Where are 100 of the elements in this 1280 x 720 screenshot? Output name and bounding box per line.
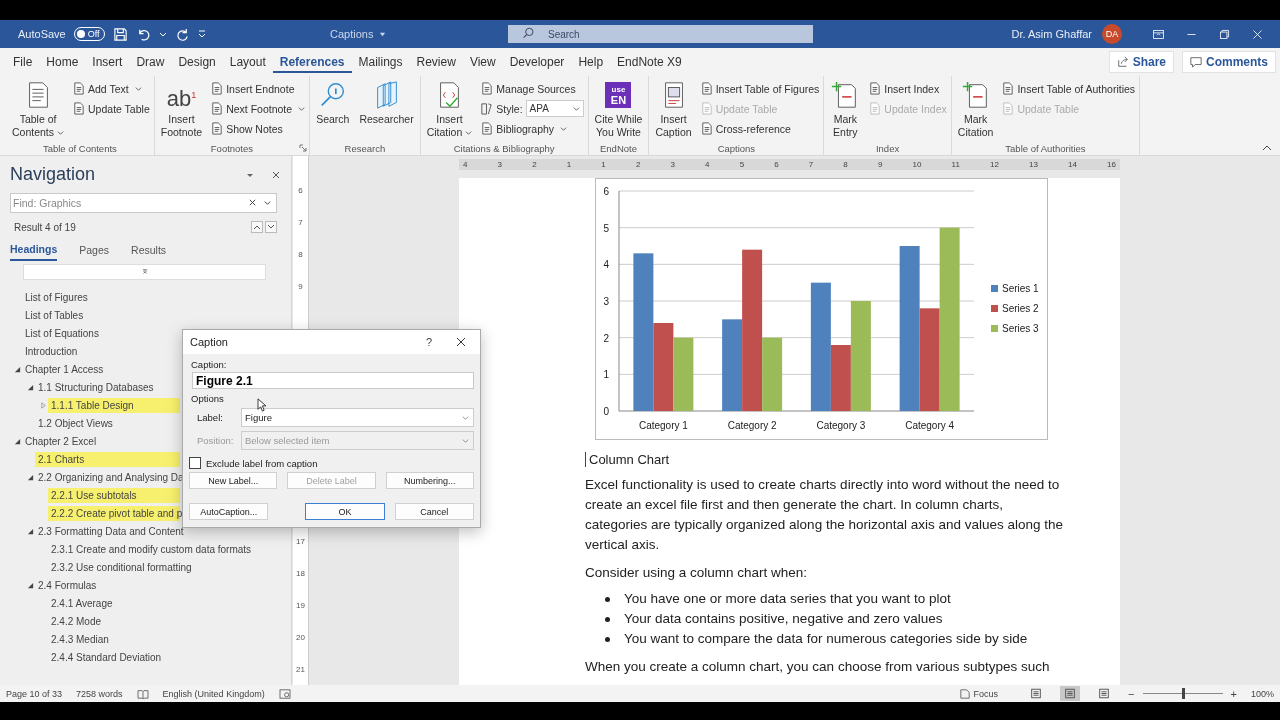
ribbon-button[interactable]: Table of Contents [10,78,67,141]
ribbon-button[interactable]: Insert Table of Authorities [1001,79,1136,98]
heading-item[interactable]: 2.2.2 Create pivot table and p [48,505,180,521]
heading-item[interactable]: 1.1.1 Table Design [48,397,180,413]
share-button[interactable]: Share [1108,51,1174,73]
zoom-percent[interactable]: 100% [1250,688,1274,699]
ribbon-tab[interactable]: Design [171,51,223,73]
zoom-in-button[interactable]: + [1230,687,1237,700]
ribbon-button[interactable]: Bibliography [480,119,584,138]
ribbon-tab[interactable]: Home [39,51,86,73]
ribbon-tab[interactable]: File [6,51,40,73]
close-icon[interactable] [456,337,466,347]
ribbon-button[interactable]: Researcher [357,78,416,128]
close-icon[interactable] [271,169,281,180]
customize-icon[interactable] [197,30,206,38]
caret-icon[interactable] [158,30,167,38]
search-field[interactable]: Search [508,25,813,43]
heading-item[interactable]: 2.1 Charts [35,451,180,467]
pane-tab[interactable]: Headings [10,243,58,261]
word-count[interactable]: 7258 words [76,688,123,699]
ribbon-button[interactable]: Show Notes [210,119,306,138]
caret-icon[interactable] [263,198,272,207]
expanded-icon[interactable] [14,437,21,445]
expanded-icon[interactable] [27,527,34,535]
ribbon-tab[interactable]: Help [571,51,611,73]
expanded-icon[interactable] [27,473,34,481]
expanded-icon[interactable] [27,383,34,391]
ribbon-tab[interactable]: Review [409,51,463,73]
ribbon-tab[interactable]: References [272,51,352,73]
dialog-button[interactable]: New Label... [189,472,278,489]
ribbon-button[interactable]: Insert Caption [653,78,694,141]
heading-item[interactable]: 2.4.4 Standard Deviation [51,649,162,665]
ribbon-button[interactable]: Update Table [72,99,150,118]
checkbox[interactable] [189,457,201,469]
caption-field[interactable]: Figure 2.1 [192,372,474,389]
ribbon-button[interactable]: Mark Entry [828,78,863,141]
heading-item[interactable]: 2.2.1 Use subtotals [48,487,180,503]
ribbon-tab[interactable]: EndNote X9 [610,51,689,73]
heading-item[interactable]: 2.4.2 Mode [51,613,102,629]
ribbon-tab[interactable]: Mailings [351,51,410,73]
expanded-icon[interactable] [14,365,21,373]
ribbon-button[interactable]: Mark Citation [955,78,996,141]
comments-button[interactable]: Comments [1182,51,1276,73]
next-button[interactable] [265,221,277,233]
ribbon-button[interactable]: Insert Table of Figures [699,79,820,98]
previous-button[interactable] [251,221,263,233]
ribbon-tab[interactable]: Layout [222,51,273,73]
search-field[interactable]: Find: Graphics [10,193,277,213]
zoom-thumb[interactable] [1181,688,1185,699]
heading-item[interactable]: List of Equations [25,325,99,341]
save-icon[interactable] [112,26,128,42]
heading-item[interactable]: List of Tables [25,307,84,323]
help-button[interactable]: ? [425,336,432,348]
ribbon-button[interactable]: Manage Sources [480,79,584,98]
ribbon-button[interactable]: Cross-reference [699,119,820,138]
page-count[interactable]: Page 10 of 33 [6,688,63,699]
pane-tab[interactable]: Pages [79,243,110,261]
dropdown-field[interactable]: Figure [241,408,474,427]
heading-item[interactable]: List of Figures [25,289,88,305]
language[interactable]: English (United Kingdom) [162,688,265,699]
ribbon-button[interactable]: ab$^{1}$ Insert Footnote [158,78,205,141]
heading-item[interactable]: 2.4.1 Average [51,595,113,611]
ribbon-button[interactable]: Insert Endnote [210,79,306,98]
close-icon[interactable] [1251,27,1264,41]
ribbon-tab[interactable]: Insert [85,51,130,73]
expanded-icon[interactable] [27,581,34,589]
heading-item[interactable]: 2.3.2 Use conditional formatting [51,559,192,575]
dialog-button[interactable]: OK [305,503,385,520]
ribbon-button[interactable]: Add Text [72,79,150,98]
view-button[interactable] [1060,686,1081,701]
dialog-launcher-icon[interactable] [299,144,308,152]
collapse-icon[interactable] [141,269,148,275]
redo-icon[interactable] [174,26,190,42]
heading-item[interactable]: 1.2 Object Views [38,415,113,431]
ribbon-button[interactable]: Insert Index [868,79,947,98]
ribbon-tab[interactable]: Developer [502,51,572,73]
clear-icon[interactable] [248,198,257,207]
ribbon-button[interactable]: Next Footnote [210,99,306,118]
restore-icon[interactable] [1218,27,1231,41]
book-icon[interactable] [136,688,149,699]
zoom-out-button[interactable]: − [1128,687,1135,700]
document-title[interactable]: Captions [318,28,508,40]
pane-tab[interactable]: Results [131,243,167,261]
ribbon-button[interactable]: Search [314,78,352,128]
heading-item[interactable]: 2.4 Formulas [38,577,97,593]
ribbon-button[interactable]: use EN Cite While You Write [592,78,645,141]
heading-item[interactable]: 2.4.3 Median [51,631,109,647]
avatar[interactable]: DA [1102,24,1122,44]
ribbon-tab[interactable]: View [462,51,503,73]
dialog-button[interactable]: Numbering... [385,472,474,489]
dialog-button[interactable]: AutoCaption... [189,503,269,520]
heading-item[interactable]: Chapter 2 Excel [25,433,97,449]
collapse-ribbon-icon[interactable] [1262,145,1272,151]
heading-item[interactable]: 2.3 Formatting Data and Content [38,523,184,539]
style-dropdown[interactable]: APA [525,100,584,117]
accessibility-icon[interactable] [278,688,291,699]
ribbon-display-icon[interactable] [1152,27,1165,41]
ribbon-button[interactable]: Insert Citation [424,78,475,141]
heading-item[interactable]: 2.3.1 Create and modify custom data formats [51,541,252,557]
ribbon-tab[interactable]: Draw [129,51,172,73]
